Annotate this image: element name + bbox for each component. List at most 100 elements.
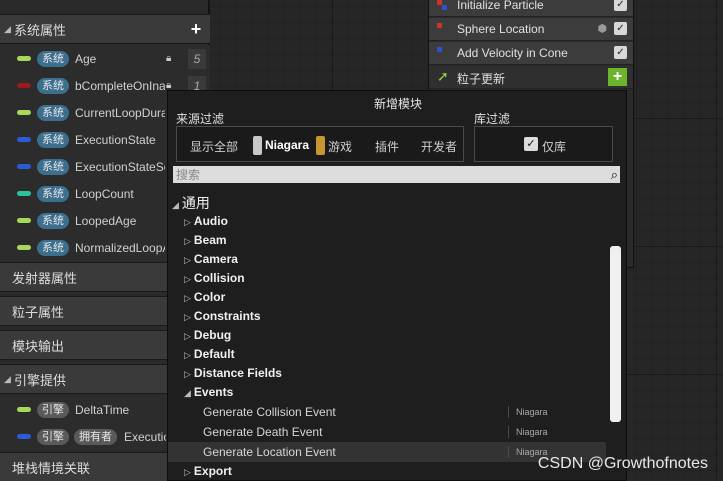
game-swatch-icon: [316, 136, 325, 155]
cube-icon: ⬢: [597, 23, 607, 35]
category-label: Distance Fields: [193, 366, 282, 380]
namespace-badge: 系统: [37, 131, 69, 148]
namespace-badge: 系统: [37, 158, 69, 175]
node-item-add-velocity[interactable]: Add Velocity in Cone ✓: [429, 42, 633, 65]
arrow-icon: ➚: [437, 68, 449, 84]
module-source: Niagara: [516, 407, 548, 417]
tree-category[interactable]: ▷ Beam: [184, 233, 227, 247]
category-label: Debug: [193, 328, 232, 342]
library-filter-label: 库过滤: [474, 112, 511, 126]
type-pill-icon: [17, 83, 31, 88]
namespace-badge: 引擎: [37, 428, 69, 445]
module-label: Generate Death Event: [203, 425, 323, 439]
filter-show-all[interactable]: 显示全部: [190, 138, 238, 155]
tree-root-general[interactable]: ◢ 通用: [172, 193, 210, 213]
library-filter-box: ✓ 仅库: [474, 126, 613, 162]
section-label: 粒子属性: [12, 304, 65, 320]
param-name: Age: [75, 51, 97, 66]
module-label: Generate Collision Event: [203, 405, 336, 419]
section-label: 堆栈情境关联: [12, 460, 91, 476]
tree-scrollbar[interactable]: [610, 246, 621, 422]
category-label: Color: [193, 290, 226, 304]
category-label: Export: [193, 464, 232, 478]
tree-category[interactable]: ▷ Camera: [184, 252, 238, 266]
type-pill-icon: [17, 434, 31, 439]
type-pill-icon: [17, 137, 31, 142]
particle-update-label: 粒子更新: [457, 72, 506, 86]
owner-badge: 拥有者: [74, 428, 117, 445]
niagara-swatch-icon: [253, 136, 262, 155]
source-filter-label: 来源过滤: [176, 112, 225, 126]
node-item-label: Sphere Location: [457, 22, 545, 36]
namespace-badge: 引擎: [37, 401, 69, 418]
node-item-sphere-location[interactable]: Sphere Location ⬢ ✓: [429, 18, 633, 41]
source-filter-box: 显示全部 Niagara 游戏 插件 开发者: [176, 126, 464, 162]
tree-category[interactable]: ▷ Constraints: [184, 309, 261, 323]
type-pill-icon: [17, 56, 31, 61]
module-item[interactable]: Generate Death Event Niagara: [168, 422, 606, 442]
tree-category[interactable]: ▷ Audio: [184, 214, 228, 228]
type-pill-icon: [17, 164, 31, 169]
param-value[interactable]: 5: [188, 48, 206, 69]
filter-plugin[interactable]: 插件: [375, 138, 399, 155]
namespace-badge: 系统: [37, 212, 69, 229]
section-system-properties[interactable]: ◢ 系统属性 +: [0, 14, 210, 44]
node-item-label: Initialize Particle: [457, 0, 544, 12]
tree-category-events[interactable]: ◢ Events: [184, 385, 233, 399]
namespace-badge: 系统: [37, 104, 69, 121]
module-tree[interactable]: ◢ 通用 ▷ Audio ▷ Beam ▷ Camera ▷ Collision ▷ Col…: [168, 189, 608, 481]
filter-developer[interactable]: 开发者: [421, 138, 457, 155]
type-pill-icon: [17, 191, 31, 196]
column-divider: [508, 446, 509, 458]
add-parameter-button[interactable]: +: [188, 20, 204, 38]
category-label: Events: [193, 385, 234, 399]
enable-checkbox[interactable]: ✓: [614, 0, 627, 11]
param-name: ExecutionStateSource: [75, 159, 165, 174]
category-label: Constraints: [193, 309, 261, 323]
param-row[interactable]: 系统 Age 🔒︎ 5: [0, 45, 210, 72]
tree-root-label: 通用: [181, 195, 210, 211]
library-only-label: 仅库: [542, 140, 567, 154]
param-name: ExecutionState: [75, 132, 156, 147]
filter-niagara[interactable]: Niagara: [265, 138, 309, 152]
library-only-checkbox[interactable]: ✓: [524, 137, 538, 151]
search-icon[interactable]: ⌕: [611, 166, 618, 183]
watermark: CSDN @Growthofnotes: [537, 455, 708, 472]
enable-checkbox[interactable]: ✓: [614, 46, 627, 59]
type-pill-icon: [17, 110, 31, 115]
module-source: Niagara: [516, 427, 548, 437]
particle-update-header[interactable]: ➚ 粒子更新 +: [429, 66, 633, 89]
tree-category[interactable]: ▷ Debug: [184, 328, 231, 342]
section-label: 模块输出: [12, 338, 65, 354]
tree-category[interactable]: ▷ Distance Fields: [184, 366, 282, 380]
module-item[interactable]: Generate Collision Event Niagara: [168, 402, 606, 422]
category-label: Default: [193, 347, 235, 361]
enable-checkbox[interactable]: ✓: [614, 22, 627, 35]
node-item-label: Add Velocity in Cone: [457, 46, 568, 60]
column-divider: [508, 426, 509, 438]
filter-game[interactable]: 游戏: [328, 138, 352, 155]
param-name: bCompleteOnInactive: [75, 78, 165, 93]
section-label: 系统属性: [14, 22, 67, 38]
type-pill-icon: [17, 407, 31, 412]
collapse-triangle-icon[interactable]: ◢: [4, 24, 14, 35]
param-name: DeltaTime: [75, 402, 130, 417]
type-pill-icon: [17, 218, 31, 223]
param-name: NormalizedLoopAge: [75, 240, 165, 255]
search-input[interactable]: [176, 166, 596, 183]
add-module-button[interactable]: +: [608, 68, 627, 86]
param-name: CurrentLoopDuration: [75, 105, 165, 120]
tree-category[interactable]: ▷ Collision: [184, 271, 245, 285]
section-label: 发射器属性: [12, 270, 78, 286]
param-name: LoopedAge: [75, 213, 137, 228]
tree-category[interactable]: ▷ Export: [184, 464, 232, 478]
tree-category[interactable]: ▷ Default: [184, 347, 235, 361]
column-divider: [508, 406, 509, 418]
tree-category[interactable]: ▷ Color: [184, 290, 225, 304]
param-name: LoopCount: [75, 186, 134, 201]
node-item-initialize-particle[interactable]: Initialize Particle ✓: [429, 0, 633, 17]
module-label: Generate Location Event: [203, 445, 336, 459]
collapse-triangle-icon[interactable]: ◢: [4, 374, 14, 385]
namespace-badge: 系统: [37, 239, 69, 256]
category-label: Audio: [193, 214, 228, 228]
